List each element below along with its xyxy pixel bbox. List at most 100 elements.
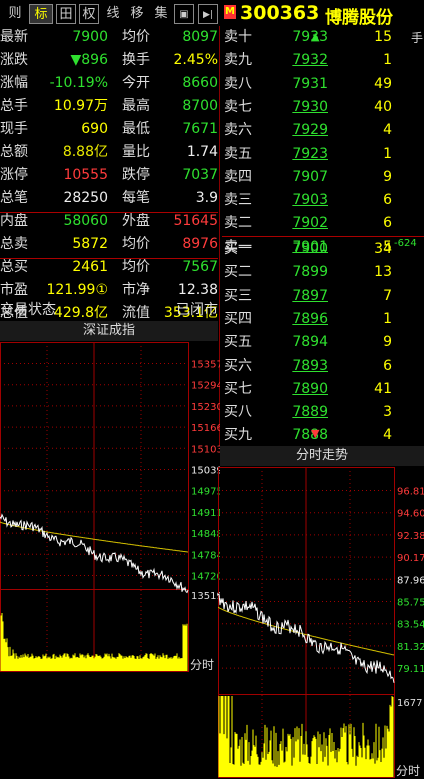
- quote-label: 总笔: [0, 190, 28, 206]
- stock-chart-title[interactable]: 分时走势: [220, 446, 424, 466]
- order-price: 7903: [292, 192, 328, 209]
- quote-row: 涨幅 -10.19% 今开 8660: [0, 72, 218, 95]
- buy-level-row[interactable]: 买五 7894 9: [222, 331, 424, 354]
- sell-level-row[interactable]: 卖十 7933 15: [222, 26, 424, 49]
- quote-label: 总额: [0, 144, 28, 160]
- quote-value: 7671: [182, 121, 218, 137]
- quote-value: 5872: [72, 236, 108, 252]
- price-tick-label: 87.96: [397, 575, 424, 586]
- buy-level-row[interactable]: 买七 7890 41: [222, 378, 424, 401]
- order-price: 7896: [292, 310, 328, 327]
- order-price: 7900: [292, 241, 328, 257]
- order-volume: 41: [374, 380, 392, 397]
- order-volume: 6: [383, 357, 392, 374]
- stock-chart: 96.81 94.60 92.38 90.17 87.96 85.75 83.54 81.32…: [218, 467, 424, 778]
- sell-level-row[interactable]: 卖六 7929 4: [222, 119, 424, 142]
- order-label: 买八: [224, 404, 252, 421]
- order-label: 买九: [224, 427, 252, 444]
- toolbar-item-4[interactable]: 线: [102, 4, 124, 24]
- toolbar-item-6[interactable]: 集: [150, 4, 172, 24]
- order-label: 买一: [224, 241, 252, 257]
- quote-label: 总手: [0, 98, 28, 114]
- toolbar-item-2[interactable]: 田: [56, 4, 76, 24]
- order-volume: 3: [383, 404, 392, 421]
- time-axis-label: 分时: [396, 764, 420, 778]
- quote-label: 今开: [122, 75, 150, 91]
- order-price: 7897: [292, 287, 328, 304]
- price-tick-label: 90.17: [397, 553, 424, 564]
- quote-row: 总买 2461 均价 7567: [0, 256, 218, 279]
- sell-level-row[interactable]: 卖八 7931 49: [222, 73, 424, 96]
- down-arrow-icon: ▼: [311, 427, 320, 440]
- price-tick-label: 14911: [191, 508, 220, 519]
- price-tick-label: 14720: [191, 572, 220, 583]
- quote-value: 28250: [63, 190, 108, 206]
- toolbar-item-3[interactable]: 权: [79, 4, 99, 24]
- sell-level-row[interactable]: 卖二 7902 6: [222, 212, 424, 235]
- price-tick-label: 14784: [191, 550, 220, 561]
- quote-value: 8976: [182, 236, 218, 252]
- quote-value: 58060: [63, 213, 108, 229]
- order-label: 卖五: [224, 145, 252, 162]
- price-tick-label: 94.60: [397, 509, 424, 520]
- order-price: 7929: [292, 122, 328, 139]
- buy-level-row[interactable]: 买九 7888 4: [222, 424, 424, 447]
- toolbar-item-5[interactable]: 移: [126, 4, 148, 24]
- price-tick-label: 15230: [191, 402, 220, 413]
- quote-value: 8097: [182, 29, 218, 45]
- buy-level-row[interactable]: 买三 7897 7: [222, 285, 424, 308]
- order-price: 7889: [292, 404, 328, 421]
- toolbar-item-8[interactable]: ▶|: [198, 4, 218, 24]
- order-price: 7893: [292, 357, 328, 374]
- quote-row: 现手 690 最低 7671: [0, 118, 218, 141]
- order-volume: 4: [383, 427, 392, 444]
- toolbar-item-7[interactable]: ▣: [174, 4, 194, 24]
- quote-value: 3.9: [195, 190, 218, 206]
- order-volume: 40: [374, 98, 392, 115]
- sell-level-row[interactable]: 卖三 7903 6: [222, 189, 424, 212]
- trade-status-label: 交易状态: [0, 302, 56, 318]
- quote-separator: [0, 258, 218, 259]
- quote-row: 总卖 5872 均价 8976: [0, 233, 218, 256]
- order-volume: 6: [383, 192, 392, 209]
- buy-level-row[interactable]: 买四 7896 1: [222, 308, 424, 331]
- stock-header: M 300363 博腾股份: [222, 0, 424, 28]
- quote-value: 51645: [173, 213, 218, 229]
- price-tick-label: 15039: [191, 466, 220, 477]
- volume-tick-label: 1677: [397, 698, 422, 709]
- price-tick-label: 15103: [191, 444, 220, 455]
- quote-label: 每笔: [122, 190, 150, 206]
- buy-level-row[interactable]: 买六 7893 6: [222, 355, 424, 378]
- order-volume: 6: [383, 215, 392, 232]
- order-volume: 1: [383, 145, 392, 162]
- trade-status-value: 已闭市: [176, 302, 218, 318]
- quote-value: ▼896: [70, 52, 109, 68]
- order-price: 7899: [292, 264, 328, 281]
- price-tick-label: 96.81: [397, 487, 424, 498]
- quote-label: 最高: [122, 98, 150, 114]
- sell-level-row[interactable]: 卖七 7930 40: [222, 96, 424, 119]
- order-volume: 9: [383, 334, 392, 351]
- order-volume: 34: [374, 241, 392, 257]
- order-label: 卖四: [224, 168, 252, 185]
- sell-level-row[interactable]: 卖四 7907 9: [222, 166, 424, 189]
- order-label: 买二: [224, 264, 252, 281]
- quote-row: 总笔 28250 每笔 3.9: [0, 187, 218, 210]
- buy-level-row[interactable]: 买八 7889 3: [222, 401, 424, 424]
- quote-label: 内盘: [0, 213, 28, 229]
- index-chart-title[interactable]: 深证成指: [0, 321, 218, 341]
- buy-level-row[interactable]: 买二 7899 13: [222, 261, 424, 284]
- toolbar-item-1[interactable]: 标: [29, 4, 53, 24]
- price-tick-label: 81.32: [397, 642, 424, 653]
- price-tick-label: 83.54: [397, 620, 424, 631]
- order-label: 卖六: [224, 122, 252, 139]
- sell-level-row[interactable]: 卖五 7923 1: [222, 143, 424, 166]
- quote-label: 最新: [0, 29, 28, 45]
- price-tick-label: 15294: [191, 381, 220, 392]
- order-price: 7894: [292, 334, 328, 351]
- quote-label: 均价: [122, 29, 150, 45]
- order-volume: 49: [374, 75, 392, 92]
- toolbar-item-0[interactable]: 则: [2, 4, 28, 24]
- sell-level-row[interactable]: 卖九 7932 1: [222, 49, 424, 72]
- price-tick-label: 14975: [191, 487, 220, 498]
